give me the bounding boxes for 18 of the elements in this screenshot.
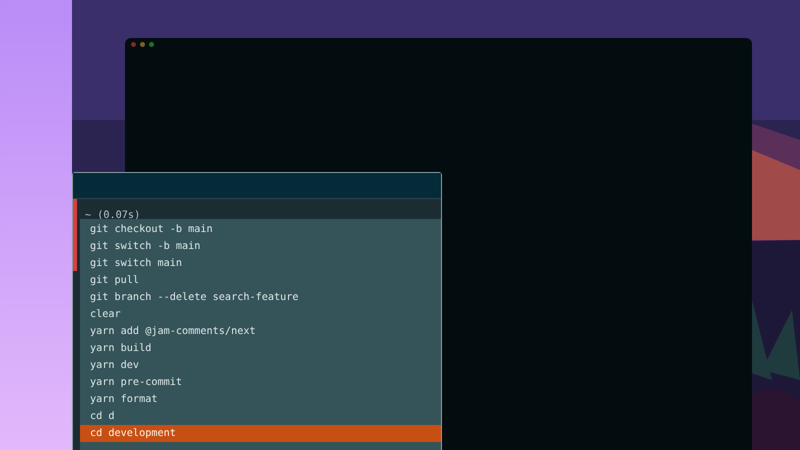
suggestion-item[interactable]: yarn format xyxy=(80,391,441,408)
maximize-icon[interactable] xyxy=(149,42,154,47)
close-icon[interactable] xyxy=(131,42,136,47)
minimize-icon[interactable] xyxy=(140,42,145,47)
suggestion-item[interactable]: git checkout -b main xyxy=(80,221,441,238)
block-header: ~ (0.07s) xyxy=(85,210,140,222)
suggestion-item[interactable]: yarn pre-commit xyxy=(80,374,441,391)
suggestion-item[interactable]: git pull xyxy=(80,272,441,289)
suggestion-item[interactable]: cd development xyxy=(80,425,441,442)
suggestion-item[interactable]: clear xyxy=(80,306,441,323)
block-indicator xyxy=(73,199,77,271)
suggestion-item[interactable]: git switch -b main xyxy=(80,238,441,255)
suggestion-item[interactable]: git branch --delete search-feature xyxy=(80,289,441,306)
suggestion-item[interactable]: yarn build xyxy=(80,340,441,357)
suggestion-item[interactable]: yarn dev xyxy=(80,357,441,374)
suggestion-item[interactable]: cd d xyxy=(80,408,441,425)
suggestion-item[interactable]: git switch main xyxy=(80,255,441,272)
suggestion-item[interactable]: yarn add @jam-comments/next xyxy=(80,323,441,340)
